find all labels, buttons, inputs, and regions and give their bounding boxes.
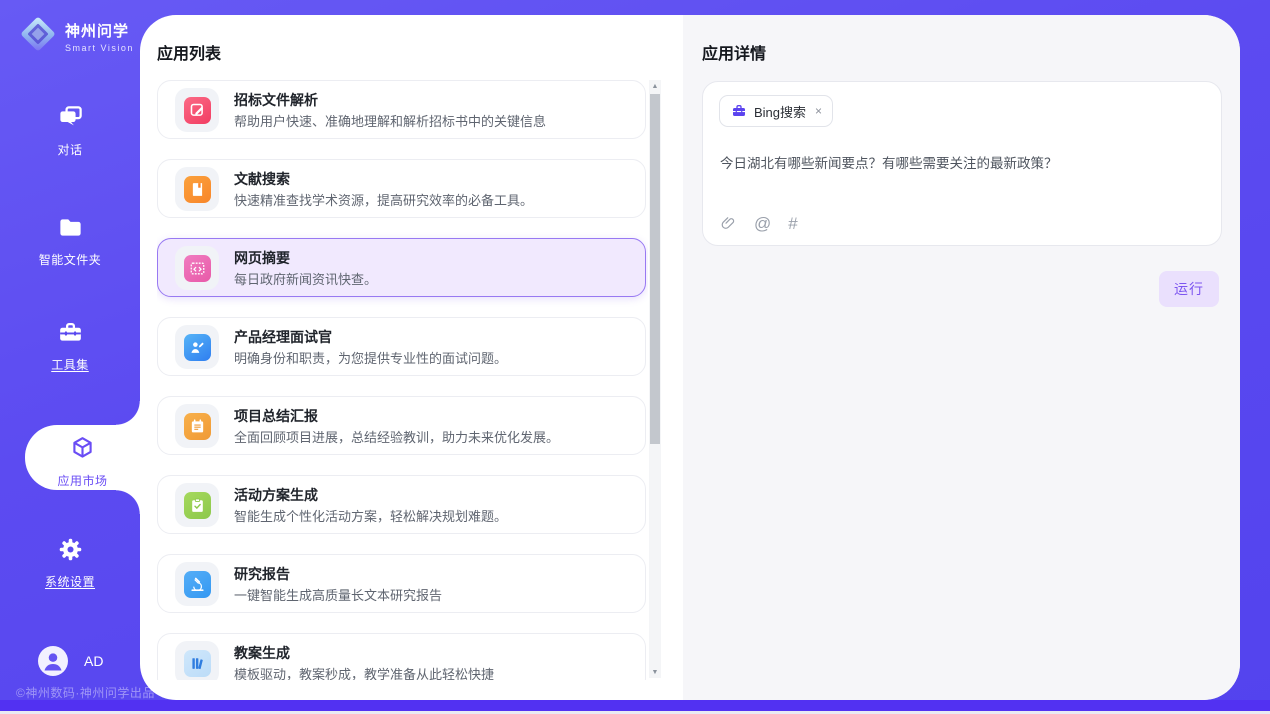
app-detail-title: 应用详情 <box>702 40 766 64</box>
scrollbar-down-icon[interactable]: ▼ <box>649 666 661 678</box>
sidebar-item-chat[interactable]: 对话 <box>0 103 140 158</box>
app-list-title: 应用列表 <box>157 40 221 64</box>
app-description: 全面回顾项目进展，总结经验教训，助力未来优化发展。 <box>234 427 559 446</box>
research-report-icon <box>175 562 219 606</box>
app-detail-panel: 应用详情 Bing搜索 × 今日湖北有哪些新闻要点？有哪些需要关注的最新政策？ <box>683 15 1240 700</box>
app-description: 明确身份和职责，为您提供专业性的面试问题。 <box>234 348 507 367</box>
cube-icon <box>69 434 97 462</box>
app-card[interactable]: 活动方案生成智能生成个性化活动方案，轻松解决规划难题。 <box>157 475 646 534</box>
attachment-icon[interactable] <box>720 215 737 232</box>
app-card[interactable]: 招标文件解析帮助用户快速、准确地理解和解析招标书中的关键信息 <box>157 80 646 139</box>
scrollbar[interactable]: ▲ ▼ <box>649 80 661 678</box>
copyright-text: ©神州数码·神州问学出品 <box>16 684 155 701</box>
gear-icon <box>56 535 84 563</box>
sidebar-item-tools[interactable]: 工具集 <box>0 318 140 373</box>
sidebar-item-market[interactable]: 应用市场 <box>25 425 140 490</box>
app-name: 教案生成 <box>234 643 290 663</box>
web-summary-icon <box>175 246 219 290</box>
logo-subtitle: Smart Vision <box>65 43 134 53</box>
content-panel: 应用列表 招标文件解析帮助用户快速、准确地理解和解析招标书中的关键信息 文献搜索… <box>140 15 1240 700</box>
app-name: 产品经理面试官 <box>234 327 332 347</box>
logo-diamond-icon <box>18 14 58 59</box>
app-name: 招标文件解析 <box>234 90 318 110</box>
bottom-bar <box>0 700 1270 711</box>
sidebar-item-settings[interactable]: 系统设置 <box>0 535 140 590</box>
lesson-plan-icon <box>175 641 219 680</box>
run-button[interactable]: 运行 <box>1159 271 1219 307</box>
literature-book-icon <box>175 167 219 211</box>
sidebar-item-label: 工具集 <box>0 356 140 373</box>
avatar <box>38 646 68 676</box>
app-name: 文献搜索 <box>234 169 290 189</box>
tool-chip-bing-search[interactable]: Bing搜索 × <box>719 95 833 127</box>
app-name: 研究报告 <box>234 564 290 584</box>
app-card[interactable]: 研究报告一键智能生成高质量长文本研究报告 <box>157 554 646 613</box>
folder-icon <box>56 213 84 241</box>
app-description: 智能生成个性化活动方案，轻松解决规划难题。 <box>234 506 507 525</box>
app-logo: 神州问学 Smart Vision <box>18 14 134 59</box>
logo-title: 神州问学 <box>65 20 134 41</box>
app-name: 活动方案生成 <box>234 485 318 505</box>
app-card[interactable]: 项目总结汇报全面回顾项目进展，总结经验教训，助力未来优化发展。 <box>157 396 646 455</box>
scrollbar-up-icon[interactable]: ▲ <box>649 80 661 92</box>
app-card[interactable]: 教案生成模板驱动，教案秒成，教学准备从此轻松快捷 <box>157 633 646 680</box>
tender-doc-icon <box>175 88 219 132</box>
user-name: AD <box>84 653 103 669</box>
sidebar-item-label: 应用市场 <box>25 472 140 489</box>
chip-close-icon[interactable]: × <box>815 104 822 118</box>
event-plan-icon <box>175 483 219 527</box>
app-description: 快速精准查找学术资源，提高研究效率的必备工具。 <box>234 190 533 209</box>
project-report-icon <box>175 404 219 448</box>
app-card[interactable]: 文献搜索快速精准查找学术资源，提高研究效率的必备工具。 <box>157 159 646 218</box>
app-description: 帮助用户快速、准确地理解和解析招标书中的关键信息 <box>234 111 546 130</box>
app-card[interactable]: 产品经理面试官明确身份和职责，为您提供专业性的面试问题。 <box>157 317 646 376</box>
app-description: 模板驱动，教案秒成，教学准备从此轻松快捷 <box>234 664 494 680</box>
app-name: 项目总结汇报 <box>234 406 318 426</box>
app-description: 一键智能生成高质量长文本研究报告 <box>234 585 442 604</box>
user-account[interactable]: AD <box>38 646 103 676</box>
pm-interviewer-icon <box>175 325 219 369</box>
app-list: 招标文件解析帮助用户快速、准确地理解和解析招标书中的关键信息 文献搜索快速精准查… <box>157 80 648 680</box>
sidebar-item-folders[interactable]: 智能文件夹 <box>0 213 140 268</box>
chat-icon <box>56 103 84 131</box>
scrollbar-thumb[interactable] <box>650 94 660 444</box>
tool-chip-label: Bing搜索 <box>754 102 806 121</box>
sidebar-item-label: 对话 <box>0 141 140 158</box>
app-description: 每日政府新闻资讯快查。 <box>234 269 377 288</box>
briefcase-icon <box>731 103 747 119</box>
prompt-input[interactable]: 今日湖北有哪些新闻要点？有哪些需要关注的最新政策？ <box>720 152 1200 172</box>
sidebar-item-label: 系统设置 <box>0 573 140 590</box>
mention-icon[interactable]: @ <box>754 215 771 232</box>
toolbox-icon <box>56 318 84 346</box>
app-name: 网页摘要 <box>234 248 290 268</box>
app-card[interactable]: 网页摘要每日政府新闻资讯快查。 <box>157 238 646 297</box>
hash-icon[interactable]: # <box>788 215 797 232</box>
prompt-card: Bing搜索 × 今日湖北有哪些新闻要点？有哪些需要关注的最新政策？ @ # <box>702 81 1222 246</box>
sidebar-item-label: 智能文件夹 <box>0 251 140 268</box>
sidebar: 神州问学 Smart Vision 对话 智能文件夹 工具集 应用市场 系统设置… <box>0 0 140 714</box>
